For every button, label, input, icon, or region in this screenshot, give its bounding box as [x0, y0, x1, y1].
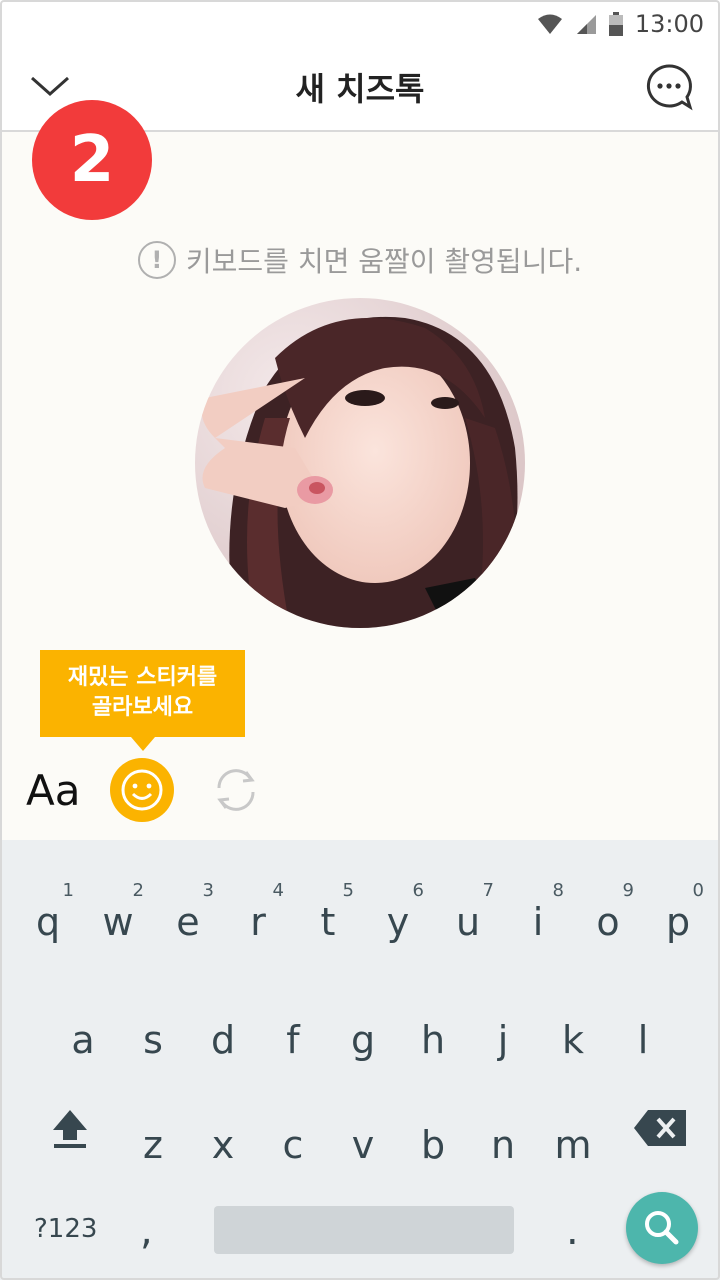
search-key[interactable]: [626, 1192, 698, 1264]
key-x[interactable]: x: [193, 1103, 253, 1183]
sticker-tooltip: 재밌는 스티커를 골라보세요: [40, 650, 245, 751]
key-label: n: [490, 1123, 516, 1167]
key-label: t: [320, 900, 336, 944]
step-badge: 2: [32, 100, 152, 220]
key-k[interactable]: k: [543, 998, 603, 1078]
key-number-hint: 6: [412, 880, 424, 901]
key-v[interactable]: v: [333, 1103, 393, 1183]
key-w[interactable]: 2w: [88, 880, 148, 960]
key-p[interactable]: 0p: [648, 880, 708, 960]
tooltip-line1: 재밌는 스티커를: [67, 665, 218, 690]
key-t[interactable]: 5t: [298, 880, 358, 960]
key-label: f: [286, 1018, 300, 1062]
key-label: x: [211, 1123, 235, 1167]
comma-key[interactable]: ,: [140, 1208, 153, 1254]
tooltip-line2: 골라보세요: [91, 695, 194, 720]
key-number-hint: 0: [692, 880, 704, 901]
camera-preview: [195, 298, 525, 628]
key-number-hint: 7: [482, 880, 494, 901]
key-label: k: [561, 1018, 584, 1062]
backspace-key[interactable]: [634, 1110, 686, 1146]
key-number-hint: 1: [62, 880, 74, 901]
key-number-hint: 3: [202, 880, 214, 901]
key-label: w: [102, 900, 134, 944]
notice: ! 키보드를 치면 움짤이 촬영됩니다.: [0, 240, 720, 280]
key-label: v: [351, 1123, 375, 1167]
backspace-icon: [634, 1110, 686, 1146]
rotate-icon: [217, 769, 255, 811]
key-n[interactable]: n: [473, 1103, 533, 1183]
signal-icon: [576, 15, 596, 34]
key-number-hint: 4: [272, 880, 284, 901]
key-label: a: [71, 1018, 95, 1062]
key-label: r: [250, 900, 266, 944]
key-s[interactable]: s: [123, 998, 183, 1078]
key-label: m: [554, 1123, 592, 1167]
space-key[interactable]: [214, 1206, 514, 1254]
chat-bubble-icon: [646, 64, 693, 111]
key-label: y: [386, 900, 410, 944]
search-icon: [645, 1211, 679, 1245]
key-label: l: [637, 1018, 649, 1062]
status-icons: 13:00: [537, 10, 704, 38]
key-label: j: [497, 1018, 509, 1062]
key-label: d: [210, 1018, 236, 1062]
key-label: c: [282, 1123, 304, 1167]
key-label: z: [143, 1123, 163, 1167]
key-number-hint: 2: [132, 880, 144, 901]
font-style-button[interactable]: Aa: [26, 766, 80, 815]
symbols-key[interactable]: ?123: [34, 1214, 97, 1244]
key-label: o: [596, 900, 620, 944]
portrait-image: [195, 298, 525, 628]
key-label: h: [420, 1018, 446, 1062]
key-f[interactable]: f: [263, 998, 323, 1078]
notice-text: 키보드를 치면 움짤이 촬영됩니다.: [185, 245, 583, 278]
key-label: u: [455, 900, 481, 944]
key-b[interactable]: b: [403, 1103, 463, 1183]
key-label: e: [176, 900, 200, 944]
battery-icon: [608, 12, 623, 36]
key-d[interactable]: d: [193, 998, 253, 1078]
key-label: q: [35, 900, 61, 944]
key-label: g: [350, 1018, 376, 1062]
switch-camera-button[interactable]: [210, 764, 262, 816]
key-label: p: [665, 900, 691, 944]
key-e[interactable]: 3e: [158, 880, 218, 960]
key-a[interactable]: a: [53, 998, 113, 1078]
key-g[interactable]: g: [333, 998, 393, 1078]
key-r[interactable]: 4r: [228, 880, 288, 960]
shift-arrow-icon: [53, 1110, 87, 1148]
key-m[interactable]: m: [543, 1103, 603, 1183]
chat-options-button[interactable]: [644, 62, 694, 112]
key-label: s: [143, 1018, 163, 1062]
key-label: i: [532, 900, 544, 944]
key-y[interactable]: 6y: [368, 880, 428, 960]
key-label: b: [420, 1123, 446, 1167]
wifi-icon: [537, 14, 562, 34]
period-key[interactable]: .: [566, 1208, 579, 1254]
status-time: 13:00: [634, 10, 704, 38]
key-number-hint: 5: [342, 880, 354, 901]
exclamation-icon: !: [137, 241, 176, 279]
smiley-icon: [121, 769, 163, 811]
key-j[interactable]: j: [473, 998, 533, 1078]
key-i[interactable]: 8i: [508, 880, 568, 960]
key-h[interactable]: h: [403, 998, 463, 1078]
sticker-button[interactable]: [110, 758, 174, 822]
status-bar: 13:00: [0, 0, 720, 50]
key-z[interactable]: z: [123, 1103, 183, 1183]
key-q[interactable]: 1q: [18, 880, 78, 960]
key-u[interactable]: 7u: [438, 880, 498, 960]
key-number-hint: 9: [622, 880, 634, 901]
key-l[interactable]: l: [613, 998, 673, 1078]
shift-key[interactable]: [50, 1106, 90, 1150]
key-c[interactable]: c: [263, 1103, 323, 1183]
key-o[interactable]: 9o: [578, 880, 638, 960]
key-number-hint: 8: [552, 880, 564, 901]
